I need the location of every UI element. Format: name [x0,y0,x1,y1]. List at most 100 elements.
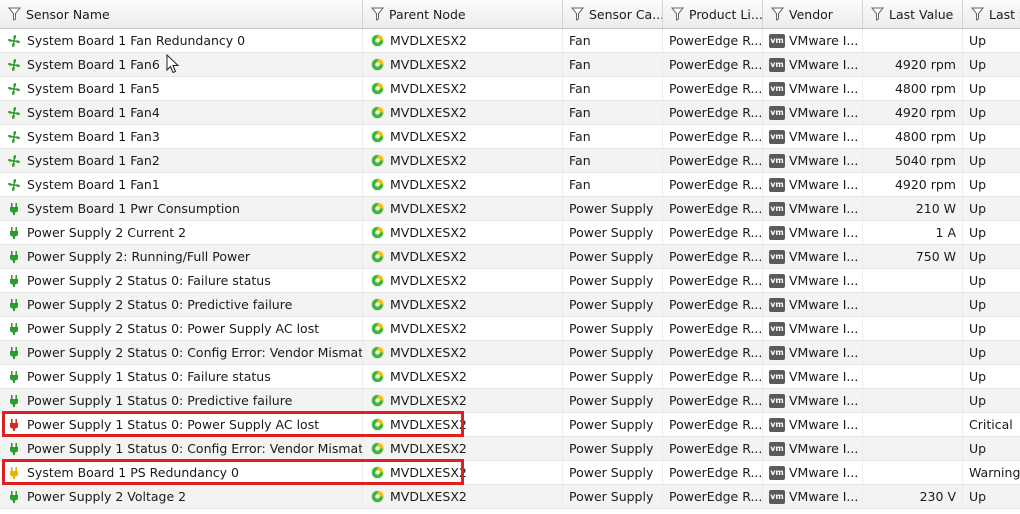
cell-vendor[interactable]: vm VMware I... [763,149,863,172]
cell-last-status[interactable]: Up [963,125,1020,148]
cell-last-status[interactable]: Warning [963,461,1020,484]
table-row[interactable]: System Board 1 Fan2 MVDLXESX2 Fan PowerEdge… [0,149,1020,173]
column-header-sensor-name[interactable]: Sensor Name [0,0,363,28]
cell-vendor[interactable]: vm VMware I... [763,221,863,244]
cell-last-value[interactable]: 4920 rpm [863,173,963,196]
cell-product-line[interactable]: PowerEdge R... [663,197,763,220]
cell-vendor[interactable]: vm VMware I... [763,413,863,436]
cell-parent-node[interactable]: MVDLXESX2 [363,413,563,436]
cell-sensor-name[interactable]: Power Supply 2: Running/Full Power [0,245,363,268]
cell-product-line[interactable]: PowerEdge R... [663,101,763,124]
filter-icon[interactable] [771,7,784,21]
cell-vendor[interactable]: vm VMware I... [763,125,863,148]
cell-last-status[interactable]: Up [963,173,1020,196]
cell-sensor-name[interactable]: System Board 1 Fan6 [0,53,363,76]
table-row[interactable]: Power Supply 2 Status 0: Failure status M… [0,269,1020,293]
cell-last-value[interactable] [863,437,963,460]
cell-sensor-category[interactable]: Fan [563,149,663,172]
cell-product-line[interactable]: PowerEdge R... [663,389,763,412]
cell-last-value[interactable]: 4920 rpm [863,101,963,124]
cell-sensor-name[interactable]: Power Supply 1 Status 0: Predictive fail… [0,389,363,412]
cell-product-line[interactable]: PowerEdge R... [663,125,763,148]
cell-last-value[interactable] [863,389,963,412]
cell-vendor[interactable]: vm VMware I... [763,341,863,364]
table-row[interactable]: System Board 1 Fan1 MVDLXESX2 Fan PowerEdge… [0,173,1020,197]
cell-sensor-category[interactable]: Power Supply [563,437,663,460]
filter-icon[interactable] [8,7,21,21]
cell-product-line[interactable]: PowerEdge R... [663,245,763,268]
cell-parent-node[interactable]: MVDLXESX2 [363,77,563,100]
cell-last-status[interactable]: Up [963,365,1020,388]
cell-last-value[interactable]: 4800 rpm [863,125,963,148]
cell-sensor-name[interactable]: System Board 1 Fan2 [0,149,363,172]
cell-last-value[interactable] [863,413,963,436]
cell-last-status[interactable]: Up [963,53,1020,76]
cell-vendor[interactable]: vm VMware I... [763,437,863,460]
cell-sensor-name[interactable]: Power Supply 1 Status 0: Failure status [0,365,363,388]
cell-sensor-category[interactable]: Fan [563,29,663,52]
cell-sensor-name[interactable]: Power Supply 2 Current 2 [0,221,363,244]
cell-sensor-name[interactable]: Power Supply 2 Voltage 2 [0,485,363,508]
table-row[interactable]: System Board 1 Fan5 MVDLXESX2 Fan PowerEdge… [0,77,1020,101]
cell-last-status[interactable]: Up [963,29,1020,52]
cell-sensor-name[interactable]: System Board 1 Fan1 [0,173,363,196]
cell-vendor[interactable]: vm VMware I... [763,77,863,100]
cell-parent-node[interactable]: MVDLXESX2 [363,221,563,244]
cell-product-line[interactable]: PowerEdge R... [663,437,763,460]
cell-product-line[interactable]: PowerEdge R... [663,317,763,340]
cell-parent-node[interactable]: MVDLXESX2 [363,245,563,268]
column-header-parent-node[interactable]: Parent Node [363,0,563,28]
column-header-sensor-category[interactable]: Sensor Ca... [563,0,663,28]
table-row[interactable]: Power Supply 2 Status 0: Config Error: V… [0,341,1020,365]
cell-vendor[interactable]: vm VMware I... [763,269,863,292]
cell-vendor[interactable]: vm VMware I... [763,389,863,412]
cell-vendor[interactable]: vm VMware I... [763,317,863,340]
cell-last-value[interactable] [863,293,963,316]
cell-sensor-category[interactable]: Fan [563,125,663,148]
cell-last-status[interactable]: Up [963,77,1020,100]
column-header-product-line[interactable]: Product Li... [663,0,763,28]
table-row[interactable]: System Board 1 Fan3 MVDLXESX2 Fan PowerEdge… [0,125,1020,149]
cell-vendor[interactable]: vm VMware I... [763,485,863,508]
cell-product-line[interactable]: PowerEdge R... [663,485,763,508]
cell-parent-node[interactable]: MVDLXESX2 [363,173,563,196]
cell-last-value[interactable] [863,317,963,340]
cell-sensor-name[interactable]: Power Supply 2 Status 0: Predictive fail… [0,293,363,316]
table-row[interactable]: Power Supply 1 Status 0: Config Error: V… [0,437,1020,461]
table-row[interactable]: Power Supply 2 Status 0: Power Supply AC… [0,317,1020,341]
cell-sensor-name[interactable]: Power Supply 2 Status 0: Config Error: V… [0,341,363,364]
cell-last-value[interactable] [863,269,963,292]
cell-sensor-category[interactable]: Power Supply [563,413,663,436]
cell-parent-node[interactable]: MVDLXESX2 [363,437,563,460]
cell-sensor-name[interactable]: System Board 1 Fan Redundancy 0 [0,29,363,52]
cell-last-value[interactable]: 5040 rpm [863,149,963,172]
cell-last-status[interactable]: Up [963,437,1020,460]
cell-sensor-name[interactable]: Power Supply 2 Status 0: Failure status [0,269,363,292]
cell-last-value[interactable]: 230 V [863,485,963,508]
filter-icon[interactable] [871,7,884,21]
cell-vendor[interactable]: vm VMware I... [763,197,863,220]
cell-product-line[interactable]: PowerEdge R... [663,29,763,52]
table-row[interactable]: System Board 1 Fan4 MVDLXESX2 Fan PowerEdge… [0,101,1020,125]
filter-icon[interactable] [971,7,984,21]
cell-sensor-name[interactable]: System Board 1 Fan4 [0,101,363,124]
cell-last-value[interactable] [863,341,963,364]
cell-last-status[interactable]: Up [963,149,1020,172]
cell-sensor-name[interactable]: System Board 1 Fan3 [0,125,363,148]
cell-parent-node[interactable]: MVDLXESX2 [363,29,563,52]
cell-sensor-category[interactable]: Power Supply [563,293,663,316]
cell-last-value[interactable] [863,461,963,484]
cell-sensor-category[interactable]: Power Supply [563,197,663,220]
cell-parent-node[interactable]: MVDLXESX2 [363,293,563,316]
cell-last-status[interactable]: Up [963,293,1020,316]
cell-sensor-category[interactable]: Power Supply [563,341,663,364]
cell-last-status[interactable]: Up [963,101,1020,124]
cell-last-value[interactable]: 750 W [863,245,963,268]
table-row[interactable]: Power Supply 1 Status 0: Power Supply AC… [0,413,1020,437]
cell-parent-node[interactable]: MVDLXESX2 [363,317,563,340]
cell-vendor[interactable]: vm VMware I... [763,245,863,268]
filter-icon[interactable] [371,7,384,21]
cell-last-status[interactable]: Up [963,389,1020,412]
table-row[interactable]: Power Supply 1 Status 0: Failure status M… [0,365,1020,389]
cell-parent-node[interactable]: MVDLXESX2 [363,269,563,292]
